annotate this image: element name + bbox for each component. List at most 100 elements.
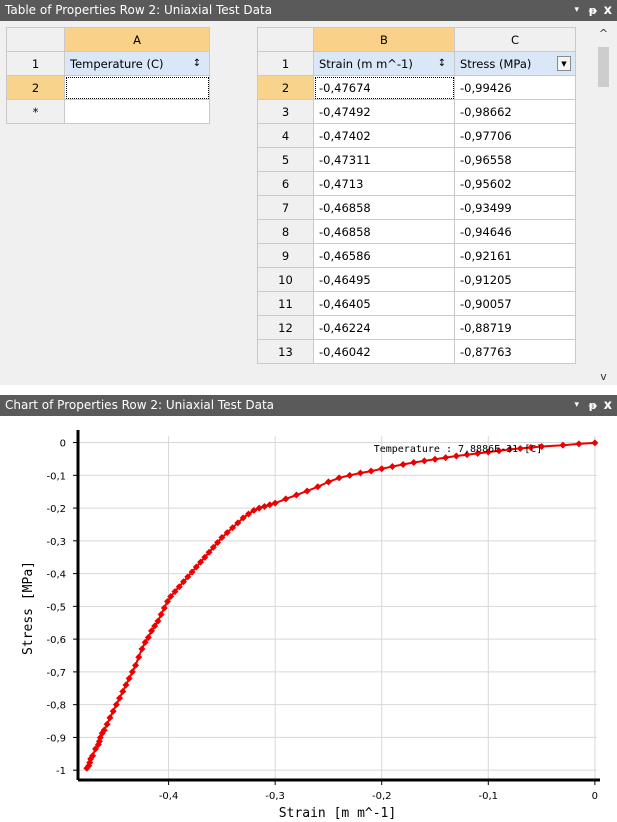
data-point [388,462,396,470]
chart-panel-header: Chart of Properties Row 2: Uniaxial Test… [0,395,617,416]
y-tick-label: -0,5 [46,602,66,613]
data-point [303,487,311,495]
strain-cell[interactable]: -0,46858 [313,219,455,244]
y-tick-label: -1 [56,766,66,777]
y-tick-label: -0,7 [46,668,66,679]
strain-cell[interactable]: -0,47674 [313,75,455,100]
data-point [399,461,407,469]
stress-cell[interactable]: -0,95602 [454,171,576,196]
strain-cell[interactable]: -0,46224 [313,315,455,340]
stress-cell[interactable]: -0,99426 [454,75,576,100]
stress-cell[interactable]: -0,92161 [454,243,576,268]
row-header[interactable]: 4 [257,123,314,148]
y-tick-label: -0,4 [46,570,66,581]
strain-stress-table: B C 1 Strain (m m^-1) ↕ Stress (MPa) ▼ 2… [257,27,576,364]
table-panel: A 1 Temperature (C) ↕ 2 * B C 1 Strain (… [0,21,617,385]
chart-panel: 0 -0,1 -0,2 -0,3 -0,4 -0,5 -0,6 -0,7 -0,8 -0,9 -1 -… [0,416,617,822]
row-header[interactable]: 5 [257,147,314,172]
strain-cell[interactable]: -0,46405 [313,291,455,316]
stress-cell[interactable]: -0,94646 [454,219,576,244]
row-header[interactable]: 2 [6,75,65,100]
strain-cell[interactable]: -0,47492 [313,99,455,124]
row-header[interactable]: 1 [6,51,65,76]
data-point [591,439,599,447]
strain-cell[interactable]: -0,47311 [313,147,455,172]
column-header-b[interactable]: B [313,27,455,52]
table-row: 3 -0,47492 -0,98662 [257,99,576,124]
data-point [138,645,146,653]
row-header[interactable]: 9 [257,243,314,268]
strain-header-label: Strain (m m^-1) [319,56,413,71]
strain-cell[interactable]: -0,46858 [313,195,455,220]
table-panel-pin-icon[interactable]: ᵽ [589,0,597,21]
table-row: 6 -0,4713 -0,95602 [257,171,576,196]
data-point [135,653,143,661]
table-corner-cell[interactable] [257,27,314,52]
column-header-a[interactable]: A [64,27,210,52]
sort-icon[interactable]: ↕ [436,57,448,70]
sort-icon[interactable]: ↕ [191,57,203,70]
data-point [324,478,332,486]
data-point [160,604,168,612]
row-header[interactable]: 12 [257,315,314,340]
table-panel-dropdown-icon[interactable]: ▾ [574,0,579,21]
data-point [442,454,450,462]
row-header[interactable]: 10 [257,267,314,292]
stress-cell[interactable]: -0,98662 [454,99,576,124]
row-header[interactable]: 2 [257,75,314,100]
strain-cell[interactable]: -0,47402 [313,123,455,148]
stress-cell[interactable]: -0,87763 [454,339,576,364]
table-corner-cell[interactable] [6,27,65,52]
strain-cell[interactable]: -0,4713 [313,171,455,196]
data-point [367,467,375,475]
row-header[interactable]: 11 [257,291,314,316]
stress-cell[interactable]: -0,93499 [454,195,576,220]
row-header[interactable]: 13 [257,339,314,364]
stress-cell[interactable]: -0,97706 [454,123,576,148]
y-tick-label: 0 [60,439,66,450]
temperature-cell[interactable] [64,99,210,124]
data-point [420,457,428,465]
strain-header-cell[interactable]: Strain (m m^-1) ↕ [313,51,455,76]
y-tick-label: -0,2 [46,504,66,515]
table-row: 12 -0,46224 -0,88719 [257,315,576,340]
y-axis-label: Stress [MPa] [21,561,36,655]
table-row: 10 -0,46495 -0,91205 [257,267,576,292]
stress-cell[interactable]: -0,90057 [454,291,576,316]
table-row: 13 -0,46042 -0,87763 [257,339,576,364]
table-panel-close-icon[interactable]: x [604,0,612,21]
column-header-c[interactable]: C [454,27,576,52]
chart-panel-dropdown-icon[interactable]: ▾ [574,395,579,416]
scroll-up-icon[interactable]: ^ [595,27,612,40]
strain-cell[interactable]: -0,46586 [313,243,455,268]
row-header[interactable]: 8 [257,219,314,244]
new-row-header[interactable]: * [6,99,65,124]
table-row: 2 -0,47674 -0,99426 [257,75,576,100]
scroll-down-icon[interactable]: v [595,370,612,383]
stress-header-label: Stress (MPa) [460,56,532,71]
temperature-header-cell[interactable]: Temperature (C) ↕ [64,51,210,76]
data-point [410,459,418,467]
table-panel-title: Table of Properties Row 2: Uniaxial Test… [5,3,273,17]
data-point [132,661,140,669]
row-header[interactable]: 6 [257,171,314,196]
stress-header-cell[interactable]: Stress (MPa) ▼ [454,51,576,76]
table-splitter[interactable] [245,21,255,385]
scrollbar-thumb[interactable] [598,47,609,87]
strain-cell[interactable]: -0,46042 [313,339,455,364]
stress-cell[interactable]: -0,88719 [454,315,576,340]
table-vertical-scrollbar[interactable]: ^ v [595,27,612,383]
data-point [575,440,583,448]
stress-cell[interactable]: -0,91205 [454,267,576,292]
stress-cell[interactable]: -0,96558 [454,147,576,172]
row-header[interactable]: 3 [257,99,314,124]
temperature-annotation: Temperature : 7,8886E-31 [C] [374,444,543,455]
chevron-down-icon[interactable]: ▼ [557,56,571,71]
temperature-cell[interactable] [64,75,210,100]
strain-cell[interactable]: -0,46495 [313,267,455,292]
row-header[interactable]: 7 [257,195,314,220]
data-point [119,688,127,696]
chart-panel-pin-icon[interactable]: ᵽ [589,395,597,416]
row-header[interactable]: 1 [257,51,314,76]
chart-panel-close-icon[interactable]: x [604,395,612,416]
